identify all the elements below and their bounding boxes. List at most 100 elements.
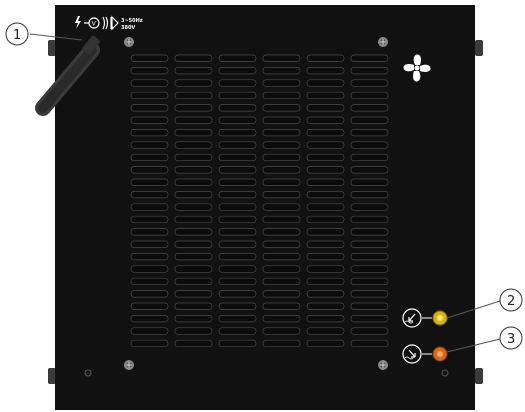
- vent-slot: [218, 166, 257, 174]
- vent-slot: [218, 104, 257, 112]
- vent-slot: [262, 104, 301, 112]
- vent-slot: [262, 79, 301, 87]
- vent-slot: [218, 265, 257, 273]
- vent-slot: [218, 129, 257, 137]
- vent-slot: [174, 91, 213, 100]
- vent-slot: [174, 277, 213, 286]
- vent-slot: [130, 253, 169, 261]
- vent-slot: [262, 253, 301, 261]
- vent-slot: [174, 215, 213, 224]
- left-rail-bottom: [48, 368, 56, 384]
- vent-slot: [262, 116, 301, 124]
- vent-slot: [174, 253, 213, 261]
- vent-slot: [350, 166, 389, 174]
- vent-slot: [130, 327, 169, 335]
- vent-slot: [306, 203, 345, 211]
- vent-slot: [218, 178, 257, 186]
- vent-slot: [262, 153, 301, 162]
- vent-slot: [130, 277, 169, 286]
- machine-rear-panel: V 3~50Hz 380V 1 2 3: [0, 0, 525, 412]
- right-rail-top: [475, 40, 483, 56]
- vent-slot: [262, 277, 301, 286]
- vent-slot: [262, 315, 301, 323]
- vent-slot: [174, 141, 213, 149]
- vent-slot: [306, 228, 345, 236]
- vent-slot: [262, 339, 301, 348]
- vent-slot: [350, 215, 389, 224]
- vent-slot: [218, 91, 257, 100]
- vent-slot: [306, 129, 345, 137]
- vent-slot: [174, 79, 213, 87]
- vent-slot: [306, 178, 345, 186]
- coolant-outlet-connector[interactable]: [432, 346, 448, 362]
- callout-1-label: 1: [13, 28, 21, 43]
- vent-slot: [306, 327, 345, 335]
- coolant-inlet-connector[interactable]: [432, 310, 448, 326]
- vent-slot: [262, 178, 301, 186]
- vent-slot: [350, 339, 389, 348]
- vent-slot: [174, 203, 213, 211]
- vent-slot: [218, 79, 257, 87]
- vent-slot: [174, 265, 213, 273]
- vent-slot: [218, 240, 257, 248]
- right-rail-bottom: [475, 368, 483, 384]
- screw-bottom-right: [378, 360, 388, 370]
- vent-slot: [306, 302, 345, 310]
- vent-slot: [174, 240, 213, 248]
- vent-slot: [350, 265, 389, 273]
- vent-slot: [262, 129, 301, 137]
- vent-slot: [174, 191, 213, 199]
- vent-slot: [262, 54, 301, 62]
- vent-slot: [130, 67, 169, 75]
- vent-slot: [130, 302, 169, 310]
- vent-slot: [218, 315, 257, 323]
- vent-slot: [130, 215, 169, 224]
- vent-slot: [174, 327, 213, 335]
- left-rail-top: [48, 40, 56, 56]
- vent-slot: [218, 253, 257, 261]
- vent-slot: [350, 191, 389, 199]
- vent-slot: [350, 67, 389, 75]
- vent-slot: [262, 141, 301, 149]
- vent-slot: [350, 129, 389, 137]
- vent-slot: [130, 339, 169, 348]
- vent-slot: [306, 191, 345, 199]
- vent-slot: [262, 240, 301, 248]
- vent-slot: [262, 166, 301, 174]
- vent-slot: [306, 253, 345, 261]
- vent-slot: [350, 228, 389, 236]
- vent-slot: [218, 191, 257, 199]
- vent-slot: [306, 79, 345, 87]
- vent-slot: [262, 327, 301, 335]
- vent-slot: [130, 290, 169, 298]
- vent-slot: [218, 54, 257, 62]
- screw-bottom-left: [124, 360, 134, 370]
- vent-slot: [350, 327, 389, 335]
- vent-slot: [350, 277, 389, 286]
- vent-slot: [350, 203, 389, 211]
- vent-slot: [262, 228, 301, 236]
- vent-slot: [306, 67, 345, 75]
- vent-slot: [174, 104, 213, 112]
- vent-slot: [306, 54, 345, 62]
- vent-slot: [350, 153, 389, 162]
- vent-slot: [130, 265, 169, 273]
- vent-slot: [218, 339, 257, 348]
- vent-slot: [306, 153, 345, 162]
- vent-slot: [174, 339, 213, 348]
- vent-slot: [350, 104, 389, 112]
- vent-slot: [218, 141, 257, 149]
- vent-slot: [130, 54, 169, 62]
- vent-slot: [130, 166, 169, 174]
- vent-slot: [174, 315, 213, 323]
- vent-slot: [218, 67, 257, 75]
- vent-slot: [174, 228, 213, 236]
- vent-slot: [218, 290, 257, 298]
- vent-slot: [350, 253, 389, 261]
- spec-line-1: 3~50Hz: [121, 18, 143, 24]
- vent-slot: [350, 240, 389, 248]
- vent-slot: [174, 67, 213, 75]
- vent-slot: [130, 104, 169, 112]
- vent-slot: [306, 277, 345, 286]
- callout-2-label: 2: [507, 294, 515, 309]
